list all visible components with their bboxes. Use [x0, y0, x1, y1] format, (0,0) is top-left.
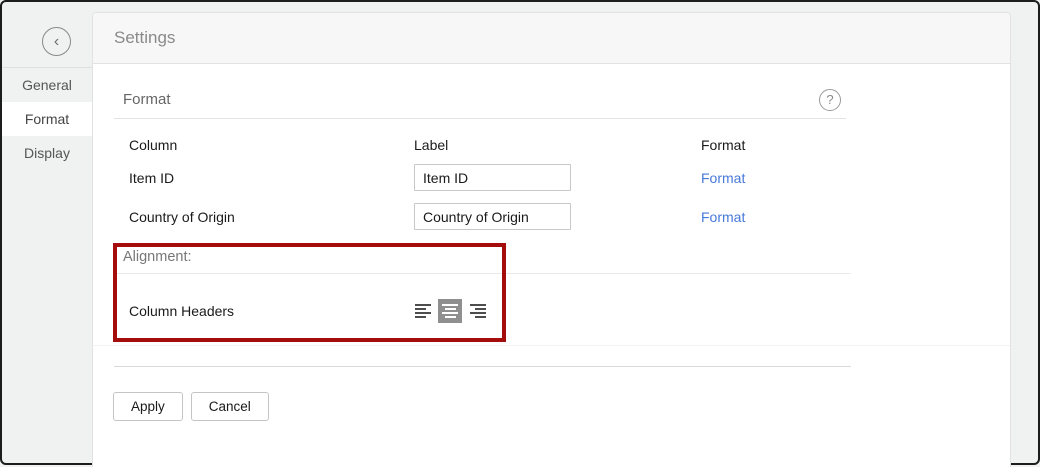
question-mark-icon: ? — [826, 92, 833, 107]
row-column-name: Country of Origin — [129, 209, 414, 225]
column-header-label: Label — [414, 137, 701, 153]
alignment-row: Column Headers — [129, 297, 489, 325]
sidebar-item-general[interactable]: General — [2, 68, 92, 102]
alignment-button-group — [411, 299, 489, 323]
chevron-left-icon: ‹ — [54, 33, 59, 50]
action-bar: Apply Cancel — [113, 392, 269, 421]
settings-panel: Settings Format ? Column Label Format It… — [92, 12, 1011, 467]
label-input-item-id[interactable] — [414, 164, 571, 191]
row-column-name: Item ID — [129, 170, 414, 186]
section-separator — [93, 345, 1010, 346]
format-link-item-id[interactable]: Format — [701, 170, 989, 186]
sidebar: ‹ General Format Display — [2, 2, 92, 463]
format-link-country-of-origin[interactable]: Format — [701, 209, 989, 225]
align-center-button[interactable] — [438, 299, 462, 323]
sidebar-item-display[interactable]: Display — [2, 136, 92, 170]
apply-button[interactable]: Apply — [113, 392, 183, 421]
align-center-icon — [442, 304, 459, 318]
column-header-format: Format — [701, 137, 989, 153]
table-row: Country of Origin Format — [129, 203, 989, 230]
table-header-row: Column Label Format — [129, 137, 989, 153]
panel-header: Settings — [93, 13, 1010, 64]
cancel-button[interactable]: Cancel — [191, 392, 269, 421]
sidebar-nav: General Format Display — [2, 68, 92, 170]
label-input-country-of-origin[interactable] — [414, 203, 571, 230]
page-title: Settings — [114, 28, 175, 48]
help-button[interactable]: ? — [819, 89, 841, 111]
column-header-column: Column — [129, 137, 414, 153]
align-left-button[interactable] — [411, 299, 435, 323]
footer-divider — [114, 366, 851, 367]
align-right-button[interactable] — [465, 299, 489, 323]
section-title: Format — [114, 91, 171, 108]
back-button[interactable]: ‹ — [42, 27, 71, 56]
alignment-divider — [114, 273, 851, 274]
format-section-header: Format ? — [114, 81, 846, 119]
alignment-section-title: Alignment: — [123, 249, 192, 265]
align-left-icon — [415, 304, 432, 318]
align-right-icon — [469, 304, 486, 318]
settings-window: { "window": { "title": "Settings" }, "si… — [0, 0, 1040, 465]
table-row: Item ID Format — [129, 164, 989, 191]
sidebar-item-format[interactable]: Format — [2, 102, 92, 136]
alignment-row-label: Column Headers — [129, 303, 234, 319]
